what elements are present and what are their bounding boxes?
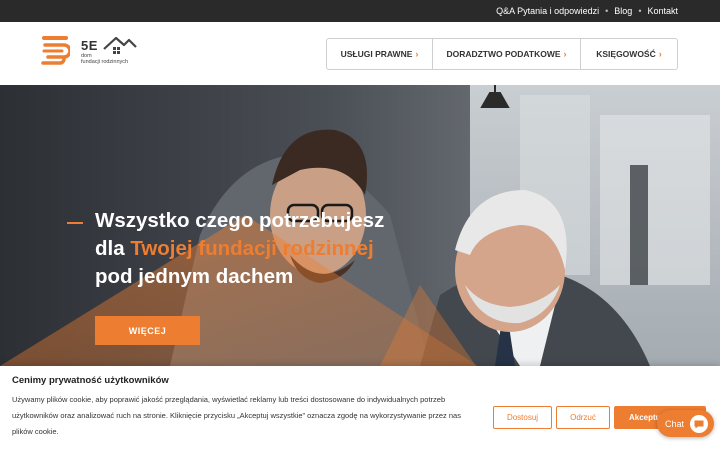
nav-item-legal-services[interactable]: USŁUGI PRAWNE › [327,39,433,69]
nav-label: USŁUGI PRAWNE [340,49,413,59]
nav-label: KSIĘGOWOŚĆ [596,49,656,59]
site-logo[interactable]: 5E dom fundacji rodzinnych [40,35,150,71]
hero-line-2-prefix: dla [95,237,131,260]
contact-link[interactable]: Kontakt [647,6,678,16]
cookie-text: Używamy plików cookie, aby poprawić jako… [12,395,461,436]
logo-sub-line2: fundacji rodzinnych [81,59,129,65]
hero-line-3: pod jednym dachem [95,265,294,288]
stacked-lines-logo-icon [41,36,70,65]
cookie-banner: Cenimy prywatność użytkowników Używamy p… [0,366,720,450]
hero-section: Wszystko czego potrzebujesz dla Twojej f… [0,85,720,366]
hero-line-1: Wszystko czego potrzebujesz [95,209,385,232]
nav-label: DORADZTWO PODATKOWE [446,49,561,59]
hero-line-2: dla Twojej fundacji rodzinnej [95,235,425,263]
nav-item-tax-advisory[interactable]: DORADZTWO PODATKOWE › [433,39,581,69]
site-header: 5E dom fundacji rodzinnych USŁUGI PRAWNE… [0,22,720,85]
qa-link[interactable]: Q&A Pytania i odpowiedzi [496,6,599,16]
cookie-title: Cenimy prywatność użytkowników [12,375,169,386]
separator: • [638,6,642,16]
chat-bubble-icon [690,414,709,433]
chevron-right-icon: › [415,49,419,59]
top-links: Q&A Pytania i odpowiedzi • Blog • Kontak… [496,0,678,22]
hero-accent-dash [67,222,83,224]
customize-button[interactable]: Dostosuj [493,406,552,429]
blog-link[interactable]: Blog [614,6,632,16]
house-roof-icon [103,36,137,54]
separator: • [605,6,609,16]
more-button[interactable]: WIĘCEJ [95,316,200,345]
nav-item-accounting[interactable]: KSIĘGOWOŚĆ › [581,39,677,69]
chevron-right-icon: › [658,49,662,59]
hero-line-2-accent: Twojej fundacji rodzinnej [130,237,374,260]
chevron-right-icon: › [563,49,567,59]
chat-label: Chat [665,418,685,429]
chat-widget[interactable]: Chat [657,410,714,437]
main-navigation: USŁUGI PRAWNE › DORADZTWO PODATKOWE › KS… [326,38,678,70]
hero-heading: Wszystko czego potrzebujesz dla Twojej f… [95,207,425,291]
reject-button[interactable]: Odrzuć [556,406,610,429]
top-bar: Q&A Pytania i odpowiedzi • Blog • Kontak… [0,0,720,22]
